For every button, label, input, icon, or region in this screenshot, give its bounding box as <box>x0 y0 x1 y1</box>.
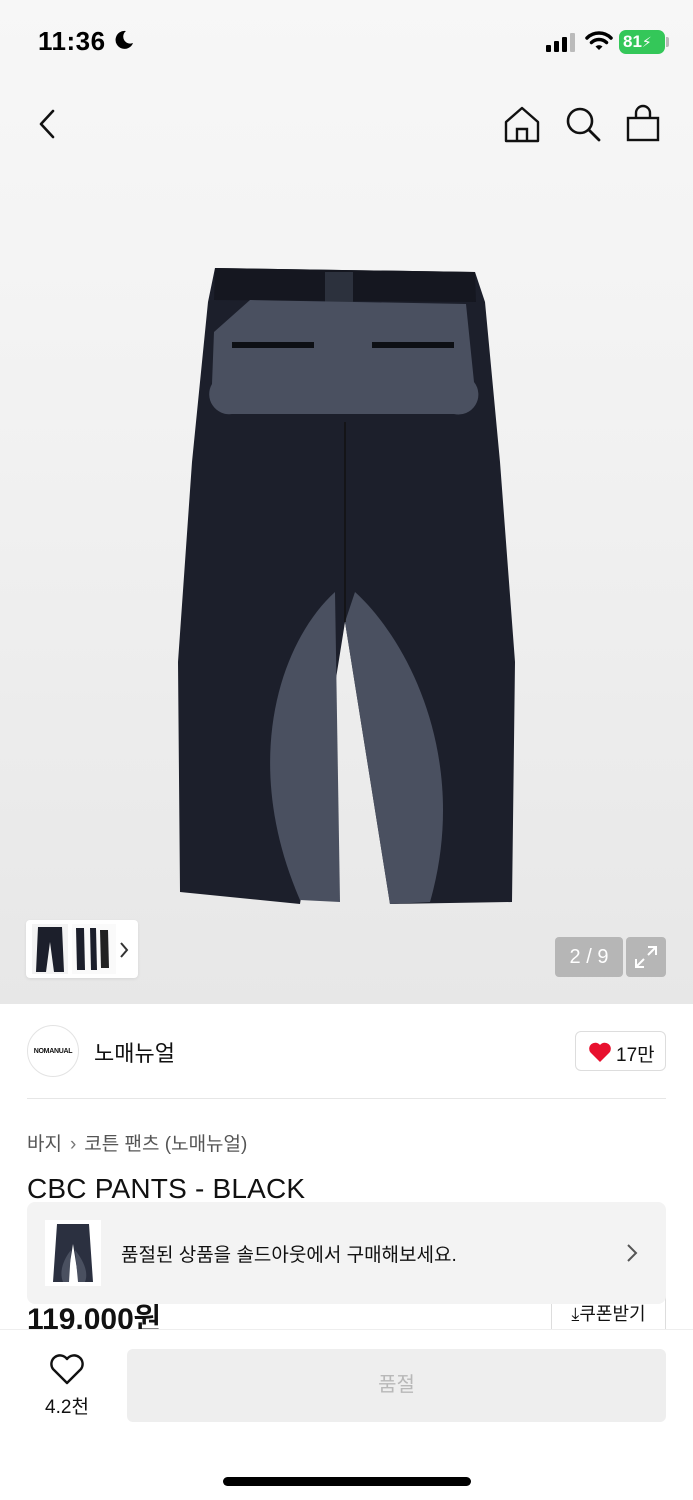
battery-indicator: 81⚡ <box>619 30 665 54</box>
brand-logo[interactable]: NOMANUAL <box>27 1025 79 1077</box>
product-image[interactable] <box>170 262 520 908</box>
signal-icon <box>546 33 575 52</box>
home-icon <box>504 106 540 143</box>
soldout-button[interactable]: 품절 <box>127 1349 666 1422</box>
home-indicator <box>223 1477 471 1486</box>
brand-name[interactable]: 노매뉴얼 <box>94 1036 175 1068</box>
search-icon <box>566 107 601 142</box>
image-counter: 2 / 9 <box>555 937 623 977</box>
bolt-icon: ⚡ <box>641 34 652 50</box>
back-button[interactable] <box>26 102 70 146</box>
thumbnail-images <box>32 924 116 974</box>
expand-button[interactable] <box>626 937 666 977</box>
breadcrumb: 바지 › 코튼 팬츠 (노매뉴얼) <box>27 1129 247 1156</box>
soldout-banner-text: 품절된 상품을 솔드아웃에서 구매해보세요. <box>121 1245 457 1266</box>
cart-button[interactable] <box>621 102 665 146</box>
status-bar: 11:36 81⚡ <box>0 0 693 84</box>
brand-like-button[interactable]: 17만 <box>575 1031 666 1071</box>
product-title: CBC PANTS - BLACK <box>27 1173 306 1204</box>
expand-icon <box>635 946 657 968</box>
back-icon <box>39 109 55 139</box>
soldout-banner[interactable]: 품절된 상품을 솔드아웃에서 구매해보세요. <box>27 1202 666 1304</box>
chevron-right-icon[interactable] <box>118 940 130 960</box>
home-button[interactable] <box>500 102 544 146</box>
moon-icon <box>115 30 133 49</box>
banner-thumbnail <box>45 1220 101 1286</box>
chevron-right-icon <box>627 1244 638 1262</box>
search-button[interactable] <box>561 102 605 146</box>
wish-count: 4.2천 <box>45 1397 89 1418</box>
heart-outline-icon <box>50 1354 84 1385</box>
battery-tip <box>666 37 669 47</box>
chevron-right-icon: › <box>69 1134 77 1155</box>
wish-button[interactable]: 4.2천 <box>40 1354 94 1420</box>
breadcrumb-subcategory[interactable]: 코튼 팬츠 (노매뉴얼) <box>84 1134 247 1155</box>
bag-icon <box>626 104 660 142</box>
heart-icon <box>589 1042 611 1062</box>
status-time: 11:36 <box>38 26 106 56</box>
wifi-icon <box>585 31 613 50</box>
brand-like-count: 17만 <box>616 1045 655 1066</box>
divider <box>27 1098 666 1099</box>
coupon-label: 쿠폰받기 <box>579 1304 646 1324</box>
breadcrumb-category[interactable]: 바지 <box>27 1134 62 1155</box>
